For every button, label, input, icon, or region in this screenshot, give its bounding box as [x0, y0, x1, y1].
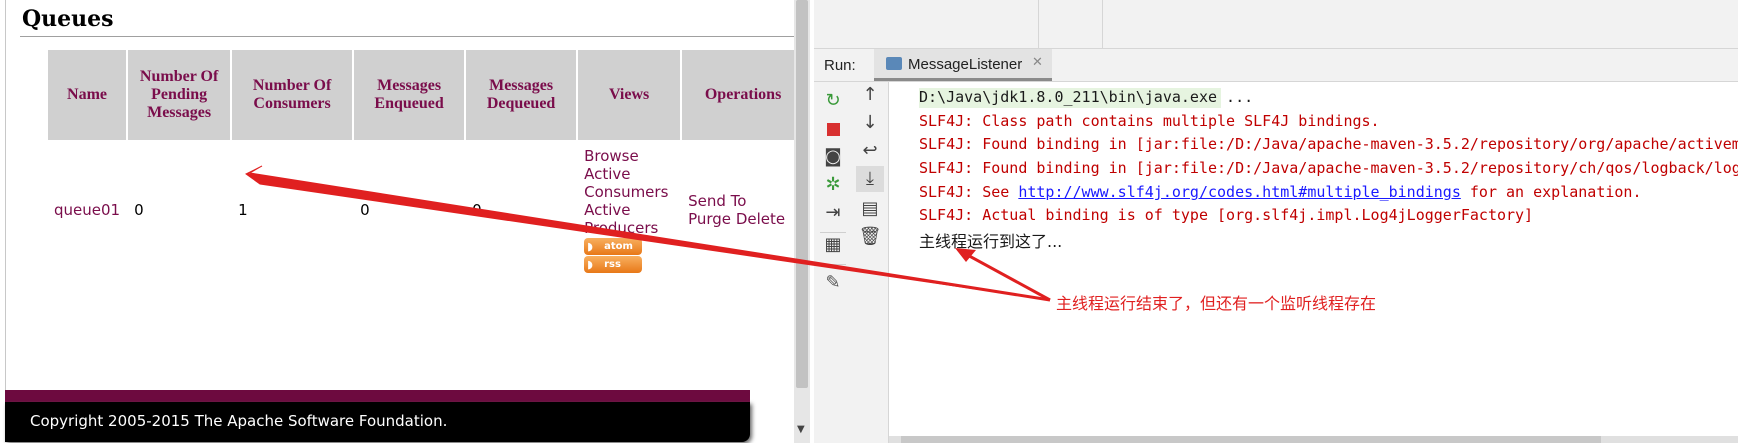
rss-feed-label: rss: [604, 259, 621, 270]
table-header-row: Name Number Of Pending Messages Number O…: [48, 50, 805, 140]
console-line-main-thread: 主线程运行到这了...: [919, 232, 1063, 251]
print-icon[interactable]: ▤: [856, 196, 884, 222]
console-text: SLF4J: See: [919, 183, 1019, 201]
browse-link[interactable]: Browse: [584, 147, 674, 165]
trash-icon[interactable]: 🗑: [856, 224, 884, 250]
pin-icon[interactable]: ✎: [819, 270, 847, 296]
queues-table: Name Number Of Pending Messages Number O…: [46, 50, 806, 280]
scroll-to-end-icon[interactable]: ⤓: [856, 166, 884, 192]
column-header-name[interactable]: Name: [48, 50, 127, 140]
footer-accent-bar: [5, 390, 750, 402]
console-line: SLF4J: Class path contains multiple SLF4…: [919, 112, 1380, 130]
up-arrow-icon[interactable]: ↑: [856, 82, 884, 108]
scroll-down-icon[interactable]: ▼: [797, 424, 805, 435]
rss-feed-button[interactable]: ◗ rss: [584, 256, 643, 273]
layout-icon[interactable]: ▦: [819, 232, 847, 258]
console-line: SLF4J: Actual binding is of type [org.sl…: [919, 206, 1534, 224]
run-tool-column: ↻ ◙ ✲ ⇥ ▦ ✎: [814, 82, 852, 443]
ide-run-panel: Run: MessageListener ✕ ↻ ◙ ✲ ⇥ ▦ ✎ ↑ ↓ ↩…: [814, 0, 1738, 443]
active-consumers-link[interactable]: Active Consumers: [584, 165, 674, 201]
views-cell: Browse Active Consumers Active Producers…: [578, 140, 680, 280]
console-text: for an explanation.: [1460, 183, 1642, 201]
scrollbar-thumb[interactable]: [901, 436, 1601, 443]
queue-name-cell: queue01: [48, 140, 126, 280]
run-tab-messagelistener[interactable]: MessageListener ✕: [874, 49, 1052, 81]
active-producers-link[interactable]: Active Producers: [584, 201, 674, 237]
divider: [1102, 0, 1103, 48]
exit-icon[interactable]: ⇥: [819, 200, 847, 226]
page-title: Queues: [22, 6, 114, 32]
run-tab-label: MessageListener: [908, 56, 1023, 73]
activemq-console: Queues Name Number Of Pending Messages N…: [0, 0, 815, 443]
annotation-text: 主线程运行结束了，但还有一个监听线程存在: [1056, 294, 1377, 313]
debug-icon[interactable]: ✲: [819, 172, 847, 198]
enqueued-count: 0: [360, 201, 370, 219]
console-line: D:\Java\jdk1.8.0_211\bin\java.exe ...: [919, 88, 1254, 106]
console-tool-column: ↑ ↓ ↩ ⤓ ▤ 🗑: [852, 82, 889, 443]
console-line: SLF4J: Found binding in [jar:file:/D:/Ja…: [919, 159, 1738, 177]
column-header-pending[interactable]: Number Of Pending Messages: [128, 50, 231, 140]
footer: Copyright 2005-2015 The Apache Software …: [5, 402, 750, 442]
stop-icon[interactable]: [819, 116, 847, 142]
console-line-see: SLF4J: See http://www.slf4j.org/codes.ht…: [919, 183, 1641, 201]
close-icon[interactable]: ✕: [1032, 55, 1043, 70]
down-arrow-icon[interactable]: ↓: [856, 110, 884, 136]
delete-link[interactable]: Delete: [736, 210, 785, 228]
console-icon: [886, 57, 902, 70]
column-header-views: Views: [578, 50, 681, 140]
consumer-count: 1: [238, 201, 248, 219]
divider: [20, 36, 795, 37]
camera-icon[interactable]: ◙: [819, 144, 847, 170]
rerun-icon[interactable]: ↻: [819, 88, 847, 114]
column-header-enqueued[interactable]: Messages Enqueued: [354, 50, 465, 140]
vertical-scrollbar[interactable]: ▼: [794, 0, 810, 443]
horizontal-scrollbar[interactable]: [889, 436, 1738, 443]
editor-tab-strip: [814, 0, 1738, 49]
page-border: [5, 0, 6, 395]
run-label: Run:: [824, 57, 856, 74]
feed-icon: ◗: [587, 258, 593, 271]
divider: [820, 264, 846, 265]
console-line: SLF4J: Found binding in [jar:file:/D:/Ja…: [919, 135, 1738, 153]
run-toolbar: Run: MessageListener ✕: [814, 49, 1738, 82]
column-header-operations: Operations: [682, 50, 805, 140]
console-output[interactable]: D:\Java\jdk1.8.0_211\bin\java.exe ... SL…: [889, 82, 1738, 443]
feed-icon: ◗: [587, 240, 593, 253]
copyright-text: Copyright 2005-2015 The Apache Software …: [30, 412, 448, 430]
operations-cell: Send To Purge Delete: [682, 140, 804, 280]
column-header-consumers[interactable]: Number Of Consumers: [232, 50, 353, 140]
purge-link[interactable]: Purge: [688, 210, 731, 228]
divider: [1038, 0, 1039, 48]
soft-wrap-icon[interactable]: ↩: [856, 138, 884, 164]
queue-name-link[interactable]: queue01: [54, 201, 120, 219]
pending-count: 0: [134, 201, 144, 219]
slf4j-link[interactable]: http://www.slf4j.org/codes.html#multiple…: [1018, 183, 1461, 201]
scrollbar-thumb[interactable]: [796, 0, 808, 388]
atom-feed-label: atom: [604, 241, 633, 252]
send-to-link[interactable]: Send To: [688, 192, 746, 210]
column-header-dequeued[interactable]: Messages Dequeued: [466, 50, 577, 140]
dequeued-count: 0: [472, 201, 482, 219]
atom-feed-button[interactable]: ◗ atom: [584, 238, 643, 255]
table-row: queue01 0 1 0 0 Browse Active Consumers …: [48, 140, 804, 280]
